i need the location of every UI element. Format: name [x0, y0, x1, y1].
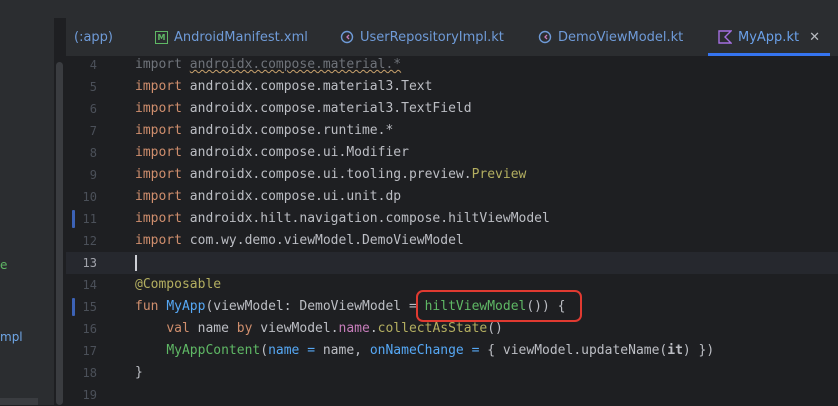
line-number: 19	[82, 388, 97, 402]
code-text: import androidx.compose.ui.unit.dp	[135, 189, 402, 204]
code-line: 6 import androidx.compose.material3.Text…	[66, 98, 838, 120]
code-line: 12 import com.wy.demo.viewModel.DemoView…	[66, 230, 838, 252]
tab-demo-view-model[interactable]: DemoViewModel.kt	[538, 18, 683, 56]
kotlin-class-icon	[340, 30, 354, 44]
code-text: import androidx.compose.ui.Modifier	[135, 145, 409, 160]
line-number: 9	[89, 168, 97, 182]
code-line: 7 import androidx.compose.runtime.*	[66, 120, 838, 142]
code-text: import androidx.compose.ui.tooling.previ…	[135, 167, 527, 182]
tab-label: AndroidManifest.xml	[174, 29, 308, 45]
project-tree-item-fragment[interactable]: e	[0, 258, 7, 272]
tab-label: DemoViewModel.kt	[558, 29, 684, 45]
code-text: }	[135, 365, 143, 380]
line-number: 8	[89, 146, 97, 160]
line-number: 18	[82, 366, 97, 380]
project-tree-item-fragment[interactable]: mpl	[0, 330, 23, 344]
line-number: 5	[89, 80, 97, 94]
code-text: MyAppContent(name = name, onNameChange =…	[166, 343, 715, 358]
line-number: 17	[82, 344, 97, 358]
line-number: 6	[89, 102, 97, 116]
code-text: import androidx.compose.runtime.*	[135, 123, 394, 138]
annotation-highlight-box	[416, 290, 582, 322]
line-number: 13	[82, 256, 97, 270]
code-line: 17 MyAppContent(name = name, onNameChang…	[66, 340, 838, 362]
tab-label: (:app)	[74, 29, 113, 45]
line-number: 11	[82, 212, 97, 226]
line-number: 7	[89, 124, 97, 138]
tab-label: UserRepositoryImpl.kt	[360, 29, 504, 45]
code-line: 18 }	[66, 362, 838, 384]
code-text: import com.wy.demo.viewModel.DemoViewMod…	[135, 233, 464, 248]
code-line: 10 import androidx.compose.ui.unit.dp	[66, 186, 838, 208]
line-number: 4	[89, 58, 97, 72]
line-number: 15	[82, 300, 97, 314]
code-line: 9 import androidx.compose.ui.tooling.pre…	[66, 164, 838, 186]
tab-myapp-kt[interactable]: MyApp.kt ✕	[718, 18, 820, 56]
code-line: 4 import androidx.compose.material.*	[66, 54, 838, 76]
project-panel: e mpl	[0, 0, 55, 405]
code-line: 5 import androidx.compose.material3.Text	[66, 76, 838, 98]
tab-label: MyApp.kt	[738, 29, 800, 45]
text-caret	[135, 255, 137, 271]
code-line: 11 import androidx.hilt.navigation.compo…	[66, 208, 838, 230]
code-text: import androidx.hilt.navigation.compose.…	[135, 211, 550, 226]
kotlin-file-icon	[718, 30, 732, 44]
manifest-icon: M	[155, 30, 168, 44]
code-editor[interactable]: 4 import androidx.compose.material.* 5 i…	[66, 56, 838, 405]
line-number: 10	[82, 190, 97, 204]
tab-user-repository-impl[interactable]: UserRepositoryImpl.kt	[340, 18, 504, 56]
code-text: import androidx.compose.material.*	[135, 57, 402, 72]
tab-app-build[interactable]: (:app)	[74, 18, 113, 56]
close-icon[interactable]: ✕	[809, 30, 820, 45]
tab-android-manifest[interactable]: M AndroidManifest.xml	[155, 18, 308, 56]
line-number: 14	[82, 278, 97, 292]
code-text: @Composable	[135, 277, 222, 292]
kotlin-class-icon	[538, 30, 552, 44]
line-number: 12	[82, 234, 97, 248]
code-text: import androidx.compose.material3.Text	[135, 79, 433, 94]
code-line: 19	[66, 384, 838, 406]
project-panel-horizontal-scrollbar[interactable]	[0, 398, 38, 405]
code-line: 8 import androidx.compose.ui.Modifier	[66, 142, 838, 164]
title-bar	[54, 0, 838, 18]
project-panel-scrollbar[interactable]	[56, 62, 63, 405]
code-text: import androidx.compose.material3.TextFi…	[135, 101, 472, 116]
code-line-current: 13	[66, 252, 838, 274]
editor-tab-bar: (:app) M AndroidManifest.xml UserReposit…	[66, 18, 838, 57]
line-number: 16	[82, 322, 97, 336]
